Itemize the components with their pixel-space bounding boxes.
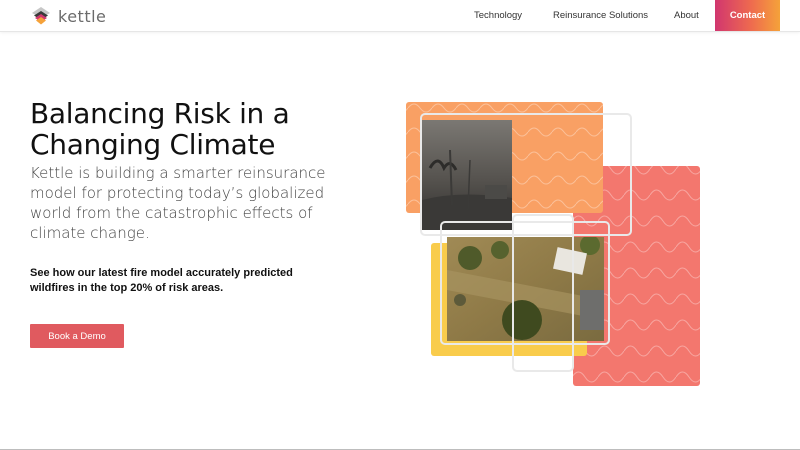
- coral-panel: [573, 166, 700, 386]
- orange-panel: [406, 102, 603, 213]
- outline-frame-middle: [440, 221, 610, 345]
- outline-frame-bottom: [512, 214, 574, 372]
- nav-reinsurance-solutions[interactable]: Reinsurance Solutions: [553, 10, 648, 21]
- nav-technology[interactable]: Technology: [474, 10, 522, 21]
- hero-title: Balancing Risk in a Changing Climate: [30, 97, 290, 161]
- top-navigation-bar: kettle Technology Reinsurance Solutions …: [0, 0, 800, 32]
- flood-photo: [447, 237, 604, 341]
- hero-subtitle: Kettle is building a smarter reinsurance…: [30, 164, 326, 242]
- yellow-panel: [431, 243, 587, 356]
- nav-about[interactable]: About: [674, 10, 699, 21]
- fire-model-promo: See how our latest fire model accurately…: [30, 267, 293, 294]
- outline-frame-top: [420, 113, 632, 236]
- book-demo-button[interactable]: Book a Demo: [30, 324, 124, 348]
- main-nav: Technology Reinsurance Solutions About: [0, 0, 800, 32]
- contact-button[interactable]: Contact: [715, 0, 780, 31]
- storm-photo: [422, 120, 512, 230]
